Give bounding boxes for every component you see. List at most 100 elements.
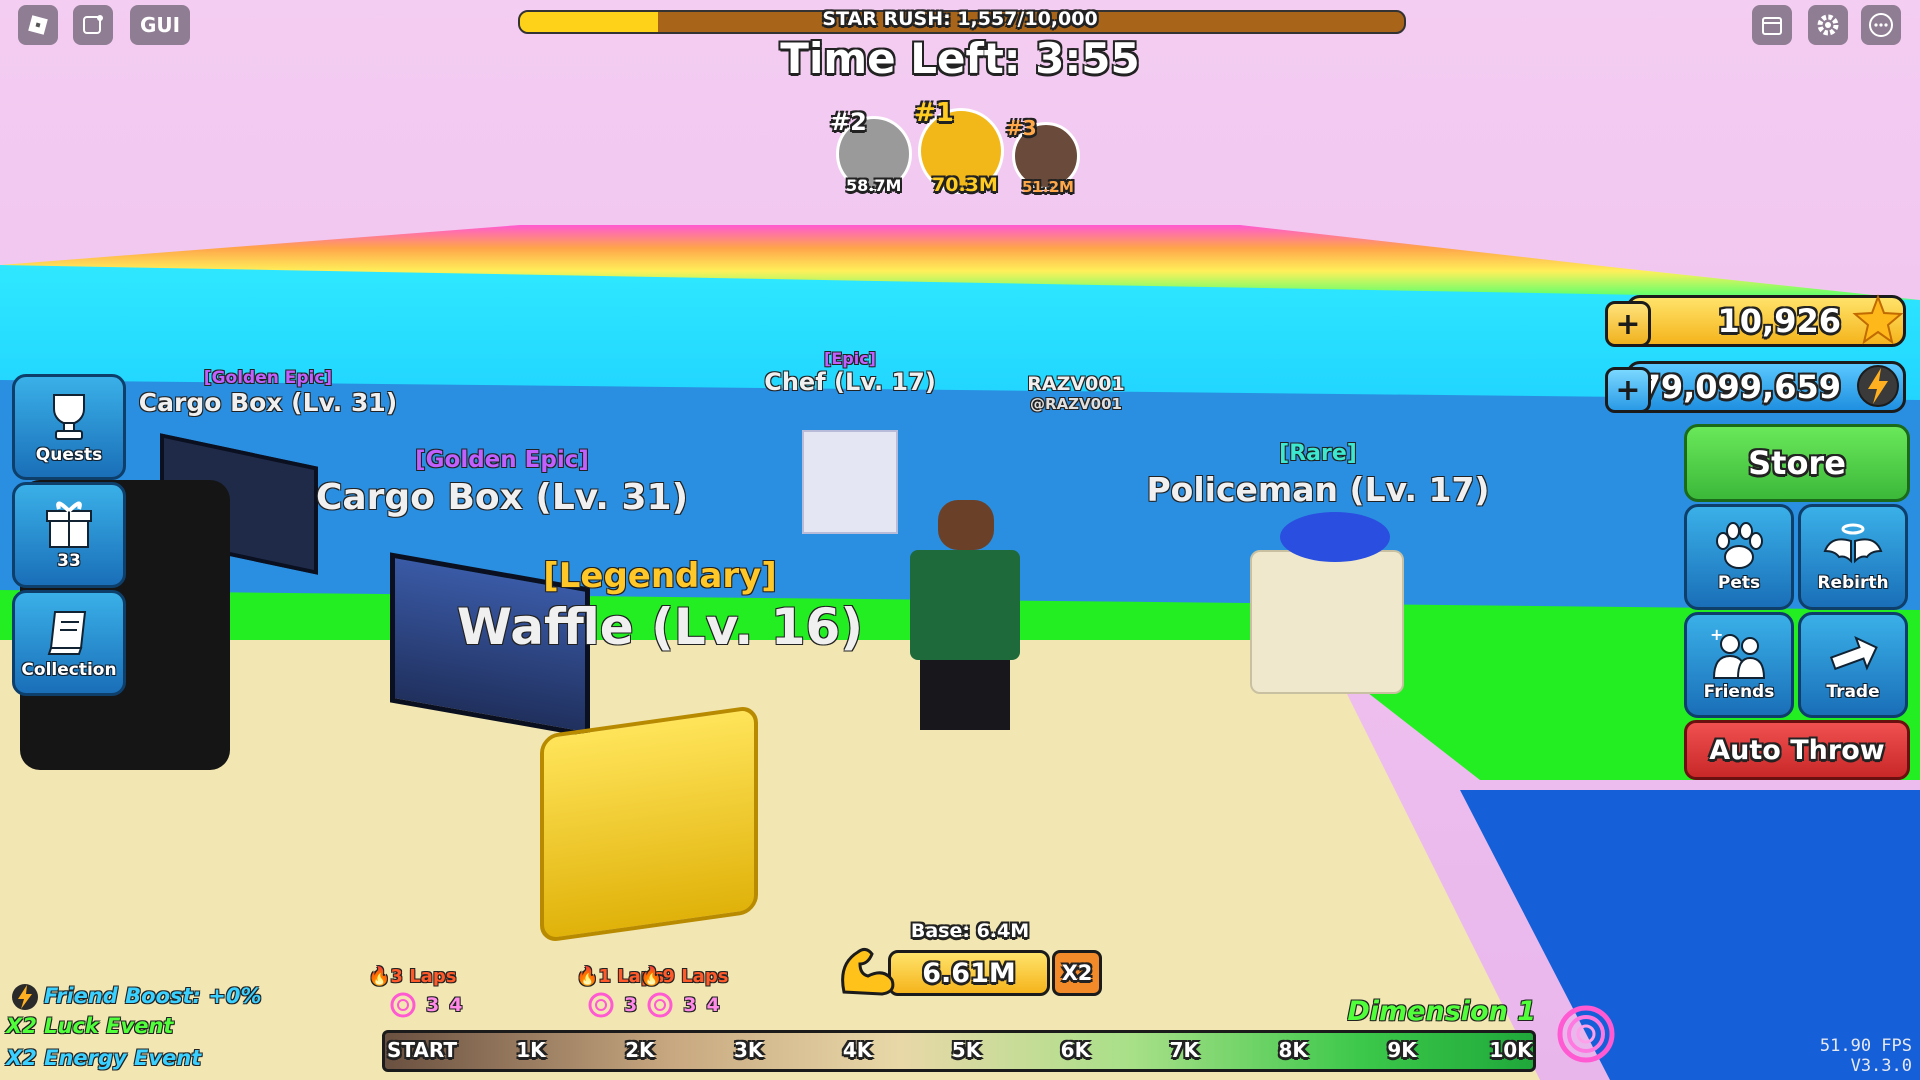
chef-name: Chef (Lv. 17)	[764, 368, 936, 396]
leaderboard-value-1: 70.3M	[932, 174, 998, 196]
leaderboard-rank-3: #3	[1006, 116, 1037, 140]
time-left: Time Left: 3:55	[780, 34, 1140, 83]
leaderboard-value-2: 58.7M	[846, 176, 902, 195]
policeman-pet	[1250, 550, 1404, 694]
gifts-button[interactable]: 33	[12, 482, 126, 588]
track-marker-7k: 7K	[1169, 1038, 1200, 1062]
strength-multiplier: X2	[1052, 950, 1102, 996]
game-viewport[interactable]: #2 58.7M #1 70.3M #3 51.2M [Golden Epic]…	[0, 0, 1920, 1080]
friends-button[interactable]: + Friends	[1684, 612, 1794, 718]
calendar-button[interactable]	[1752, 5, 1792, 45]
portal-icon	[1557, 1005, 1615, 1063]
cargo-near-name: Cargo Box (Lv. 31)	[315, 477, 689, 518]
player-handle-tag: @RAZV001	[1030, 395, 1122, 413]
laps-a-label: 🔥3 Laps	[368, 966, 456, 987]
trade-arrows-icon	[1829, 635, 1878, 671]
leaderboard-value-3: 51.2M	[1022, 178, 1074, 196]
flame-icon: 🔥	[368, 966, 391, 987]
friends-icon: +	[1710, 628, 1766, 679]
player-hair	[938, 500, 994, 550]
angel-wings-icon	[1823, 523, 1883, 564]
buy-stars-button[interactable]: +	[1605, 301, 1651, 347]
policeman-name: Policeman (Lv. 17)	[1146, 470, 1490, 509]
sand-floor	[0, 640, 1540, 1080]
count-b-2: 3	[683, 994, 697, 1016]
quests-label: Quests	[35, 445, 103, 465]
fps-counter: 51.90 FPS	[1819, 1036, 1912, 1056]
track-marker-10k: 10K	[1489, 1038, 1533, 1062]
laps-c-text: 9 Laps	[662, 966, 729, 987]
track-marker-4k: 4K	[842, 1038, 873, 1062]
counts-b: 3 3 4	[588, 992, 720, 1018]
policeman-hat	[1280, 512, 1390, 562]
rebirth-button[interactable]: Rebirth	[1798, 504, 1908, 610]
roblox-logo-icon	[28, 15, 48, 35]
count-a-2: 4	[449, 994, 463, 1016]
collection-button[interactable]: Collection	[12, 590, 126, 696]
quests-button[interactable]: Quests	[12, 374, 126, 480]
track-marker-3k: 3K	[733, 1038, 764, 1062]
flexed-arm-icon	[841, 947, 895, 996]
gift-icon	[46, 501, 92, 548]
strength-value: 6.61M	[888, 950, 1050, 996]
calendar-icon	[1762, 17, 1782, 35]
book-icon	[47, 611, 87, 655]
store-button[interactable]: Store	[1684, 424, 1910, 502]
player-legs	[920, 660, 1010, 730]
track-marker-start: START	[386, 1038, 458, 1062]
waffle-rarity: [Legendary]	[543, 556, 777, 596]
gifts-count: 33	[57, 551, 81, 571]
player-name-tag: RAZV001	[1027, 373, 1125, 395]
count-b-1: 3	[624, 994, 638, 1016]
friends-label: Friends	[1703, 682, 1775, 702]
energy-event-label: X2 Energy Event	[6, 1046, 202, 1070]
cargo-far-rarity: [Golden Epic]	[203, 368, 333, 388]
roblox-menu-button[interactable]	[18, 5, 58, 45]
spiral-icon	[390, 992, 416, 1018]
cargo-far-name: Cargo Box (Lv. 31)	[138, 388, 398, 417]
flame-icon: 🔥	[640, 966, 663, 987]
waffle-name: Waffle (Lv. 16)	[456, 598, 864, 656]
player-torso	[910, 550, 1020, 660]
leaderboard-rank-2: #2	[830, 108, 867, 136]
pets-button[interactable]: Pets	[1684, 504, 1794, 610]
counts-a: 3 4	[390, 992, 462, 1018]
track-markers: START 1K 2K 3K 4K 5K 6K 7K 8K 9K 10K	[382, 1030, 1536, 1072]
spiral-icon	[588, 992, 614, 1018]
lightning-icon	[1857, 365, 1899, 407]
track-marker-2k: 2K	[625, 1038, 655, 1062]
rebirth-label: Rebirth	[1817, 573, 1889, 593]
laps-c-label: 🔥9 Laps	[640, 966, 728, 987]
buy-energy-button[interactable]: +	[1605, 367, 1651, 413]
count-a-1: 3	[426, 994, 440, 1016]
trophy-icon	[53, 394, 85, 440]
star-icon	[1852, 294, 1904, 345]
count-b-3: 4	[706, 994, 720, 1016]
cargo-near-rarity: [Golden Epic]	[415, 447, 589, 473]
dimension-label: Dimension 1	[1347, 996, 1536, 1027]
track-marker-8k: 8K	[1278, 1038, 1308, 1062]
stars-value: 10,926	[1717, 302, 1841, 340]
waffle-pet	[540, 704, 758, 944]
trade-label: Trade	[1826, 682, 1880, 702]
trade-button[interactable]: Trade	[1798, 612, 1908, 718]
gear-icon	[1817, 14, 1839, 36]
chat-icon	[83, 15, 103, 34]
chef-rarity: [Epic]	[824, 349, 876, 368]
chat-button[interactable]	[73, 5, 113, 45]
more-icon	[1869, 13, 1893, 37]
svg-text:+: +	[1710, 628, 1723, 644]
track-marker-5k: 5K	[951, 1038, 982, 1062]
laps-a-text: 3 Laps	[390, 966, 457, 987]
settings-button[interactable]	[1808, 5, 1848, 45]
friend-boost-icon	[12, 984, 38, 1010]
chef-pet	[802, 430, 898, 534]
more-button[interactable]	[1861, 5, 1901, 45]
track-marker-1k: 1K	[516, 1038, 546, 1062]
leaderboard-rank-1: #1	[914, 98, 954, 128]
policeman-rarity: [Rare]	[1279, 441, 1357, 466]
friend-boost-label: Friend Boost: +0%	[44, 984, 262, 1008]
auto-throw-button[interactable]: Auto Throw	[1684, 720, 1910, 780]
flame-icon: 🔥	[576, 966, 599, 987]
gui-toggle-button[interactable]: GUI	[130, 5, 190, 45]
